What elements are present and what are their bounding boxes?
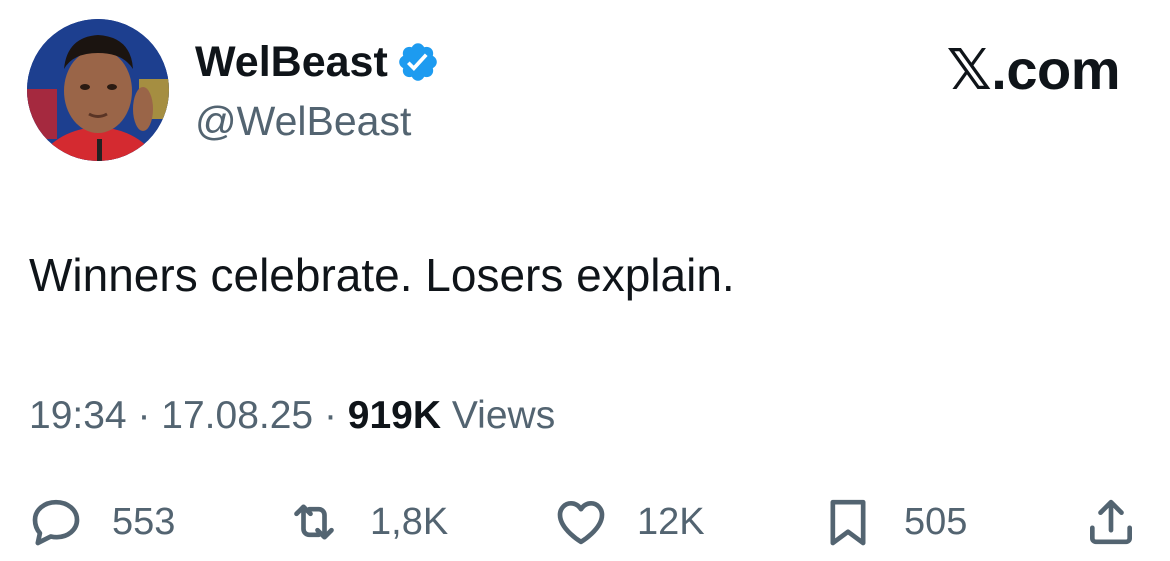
bookmark-icon	[830, 499, 866, 546]
author-handle[interactable]: @WelBeast	[195, 97, 411, 145]
retweet-icon	[294, 504, 334, 540]
reply-icon	[32, 499, 80, 546]
tweet-text: Winners celebrate. Losers explain.	[29, 249, 735, 301]
avatar[interactable]	[27, 19, 169, 161]
tweet-time[interactable]: 19:34	[29, 394, 127, 437]
x-brand-label: 𝕏.com	[946, 38, 1121, 101]
share-button[interactable]	[1083, 490, 1139, 554]
retweet-button[interactable]: 1,8K	[286, 490, 448, 554]
meta-separator: ·	[323, 394, 337, 437]
author-display-name-row[interactable]: WelBeast	[195, 37, 440, 87]
avatar-photo	[27, 19, 169, 161]
retweet-count: 1,8K	[370, 500, 449, 543]
reply-button[interactable]: 553	[28, 490, 175, 554]
like-button[interactable]: 12K	[553, 490, 705, 554]
bookmark-count: 505	[904, 500, 968, 543]
meta-separator: ·	[137, 394, 151, 437]
bookmark-button[interactable]: 505	[820, 490, 967, 554]
heart-icon	[557, 501, 605, 545]
tweet-meta: 19:34 · 17.08.25 · 919K Views	[29, 393, 555, 439]
tweet-date[interactable]: 17.08.25	[161, 394, 313, 437]
author-display-name[interactable]: WelBeast	[195, 37, 388, 87]
views-count: 919K	[347, 394, 442, 437]
verified-badge-icon	[396, 40, 440, 84]
reply-count: 553	[112, 500, 176, 543]
tweet-action-bar: 553 1,8K 12K 505	[0, 490, 1170, 554]
views-label: Views	[451, 394, 556, 437]
like-count: 12K	[637, 500, 705, 543]
share-icon	[1090, 499, 1132, 545]
